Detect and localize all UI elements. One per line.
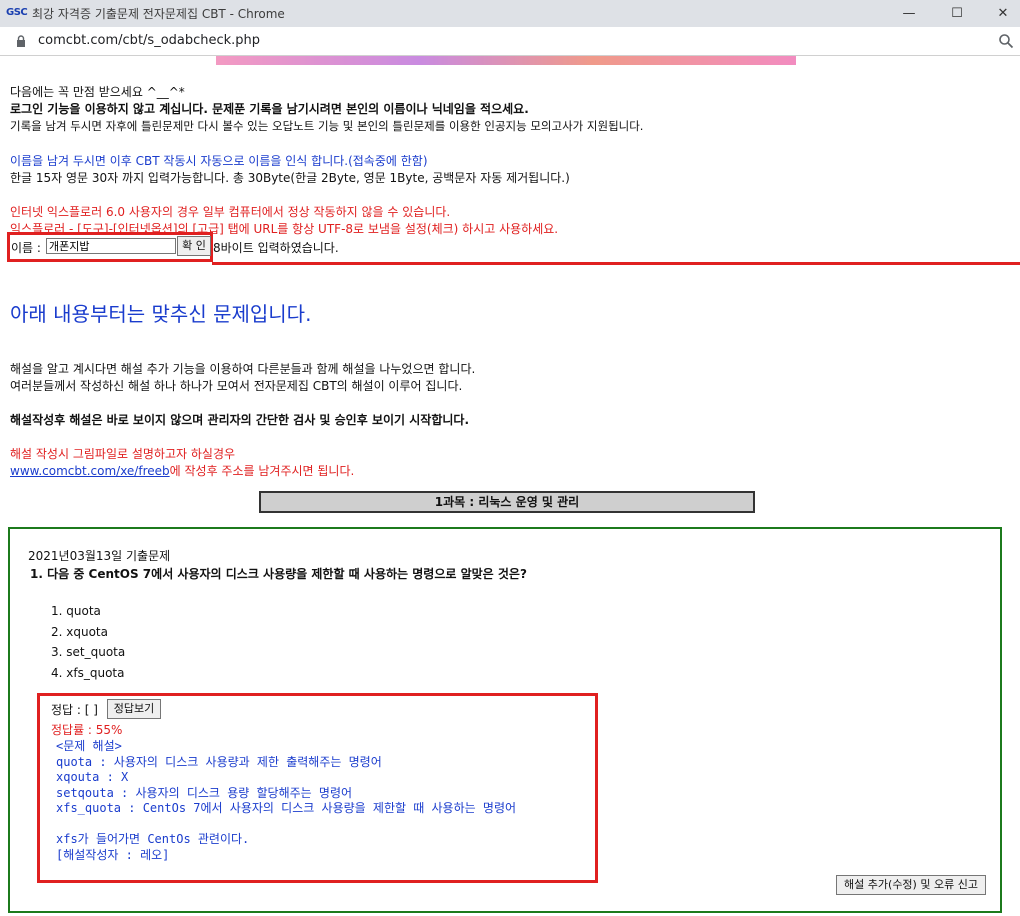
section-heading: 아래 내용부터는 맞추신 문제입니다. — [10, 302, 312, 326]
intro-para-1: 해설을 알고 계시다면 해설 추가 기능을 이용하여 다른분들과 함께 해설을 … — [10, 362, 476, 376]
show-answer-button[interactable]: 정답보기 — [107, 699, 161, 719]
explanation-line: [해설작성자 : 레오] — [56, 847, 170, 862]
zoom-icon[interactable] — [998, 33, 1014, 49]
notice-line-4: 이름을 남겨 두시면 이후 CBT 작동시 자동으로 이름을 인식 합니다.(접… — [10, 154, 428, 168]
freeboard-link[interactable]: www.comcbt.com/xe/freeb — [10, 464, 170, 478]
intro-para-3: 해설작성후 해설은 바로 보이지 않으며 관리자의 간단한 검사 및 승인후 보… — [10, 413, 469, 427]
notice-line-2: 로그인 기능을 이용하지 않고 계십니다. 문제푼 기록을 남기시려면 본인의 … — [10, 102, 529, 116]
window-title: 최강 자격증 기출문제 전자문제집 CBT - Chrome — [32, 7, 285, 21]
question-text: 1. 다음 중 CentOS 7에서 사용자의 디스크 사용량을 제한할 때 사… — [30, 567, 527, 581]
explanation-line: xqouta : X — [56, 770, 129, 784]
banner-image — [216, 56, 796, 65]
close-button[interactable]: ✕ — [980, 0, 1020, 27]
notice-line-5: 한글 15자 영문 30자 까지 입력가능합니다. 총 30Byte(한글 2B… — [10, 171, 570, 185]
notice-line-3: 기록을 남겨 두시면 자후에 틀린문제만 다시 볼수 있는 오답노트 기능 및 … — [10, 119, 644, 133]
confirm-button[interactable]: 확 인 — [177, 236, 211, 256]
name-input[interactable] — [46, 238, 176, 254]
address-bar: comcbt.com/cbt/s_odabcheck.php — [0, 27, 1020, 56]
explanation-line — [56, 817, 516, 833]
option-4[interactable]: 4. xfs_quota — [51, 666, 124, 680]
explanation-block: <문제 해설> quota : 사용자의 디스크 사용량과 제한 출력해주는 명… — [56, 739, 516, 863]
answer-label: 정답 : [ ] — [51, 703, 98, 717]
lock-icon — [17, 35, 25, 47]
notice-line-1: 다음에는 꼭 만점 받으세요 ^__^* — [10, 85, 185, 99]
explanation-line: xfs가 들어가면 CentOs 관련이다. — [56, 832, 250, 846]
name-label: 이름 : — [11, 241, 41, 255]
explanation-line: setqouta : 사용자의 디스크 용량 할당해주는 명령어 — [56, 785, 353, 800]
url-field[interactable]: comcbt.com/cbt/s_odabcheck.php — [38, 33, 260, 48]
explanation-line: xfs_quota : CentOs 7에서 사용자의 디스크 사용량을 제한할… — [56, 801, 517, 815]
intro-para-5-text: 에 작성후 주소를 남겨주시면 됩니다. — [169, 464, 355, 478]
intro-para-2: 여러분들께서 작성하신 해설 하나 하나가 모여서 전자문제집 CBT의 해설이… — [10, 379, 463, 393]
explanation-line: quota : 사용자의 디스크 사용량과 제한 출력해주는 명령어 — [56, 754, 382, 769]
option-1[interactable]: 1. quota — [51, 604, 101, 618]
notice-line-6: 인터넷 익스플로러 6.0 사용자의 경우 일부 컴퓨터에서 정상 작동하지 않… — [10, 205, 451, 219]
intro-para-4: 해설 작성시 그림파일로 설명하고자 하실경우 — [10, 447, 236, 461]
page-content: 다음에는 꼭 만점 받으세요 ^__^* 로그인 기능을 이용하지 않고 계십니… — [0, 56, 1020, 916]
option-2[interactable]: 2. xquota — [51, 625, 108, 639]
byte-message: 8바이트 입력하였습니다. — [213, 241, 339, 255]
maximize-button[interactable]: ☐ — [934, 0, 980, 27]
app-logo-icon: GSC — [6, 7, 28, 18]
subject-title: 1과목 : 리눅스 운영 및 관리 — [259, 491, 755, 513]
add-explanation-button[interactable]: 해설 추가(수정) 및 오류 신고 — [836, 875, 986, 895]
option-3[interactable]: 3. set_quota — [51, 645, 125, 659]
exam-date: 2021년03월13일 기출문제 — [28, 549, 171, 563]
window-titlebar: GSC 최강 자격증 기출문제 전자문제집 CBT - Chrome — ☐ ✕ — [0, 0, 1020, 27]
minimize-button[interactable]: — — [886, 0, 932, 27]
intro-para-5: www.comcbt.com/xe/freeb에 작성후 주소를 남겨주시면 됩… — [10, 462, 354, 479]
correct-rate: 정답률 : 55% — [51, 723, 123, 737]
explanation-line: <문제 해설> — [56, 739, 122, 753]
divider-line — [212, 262, 1020, 265]
